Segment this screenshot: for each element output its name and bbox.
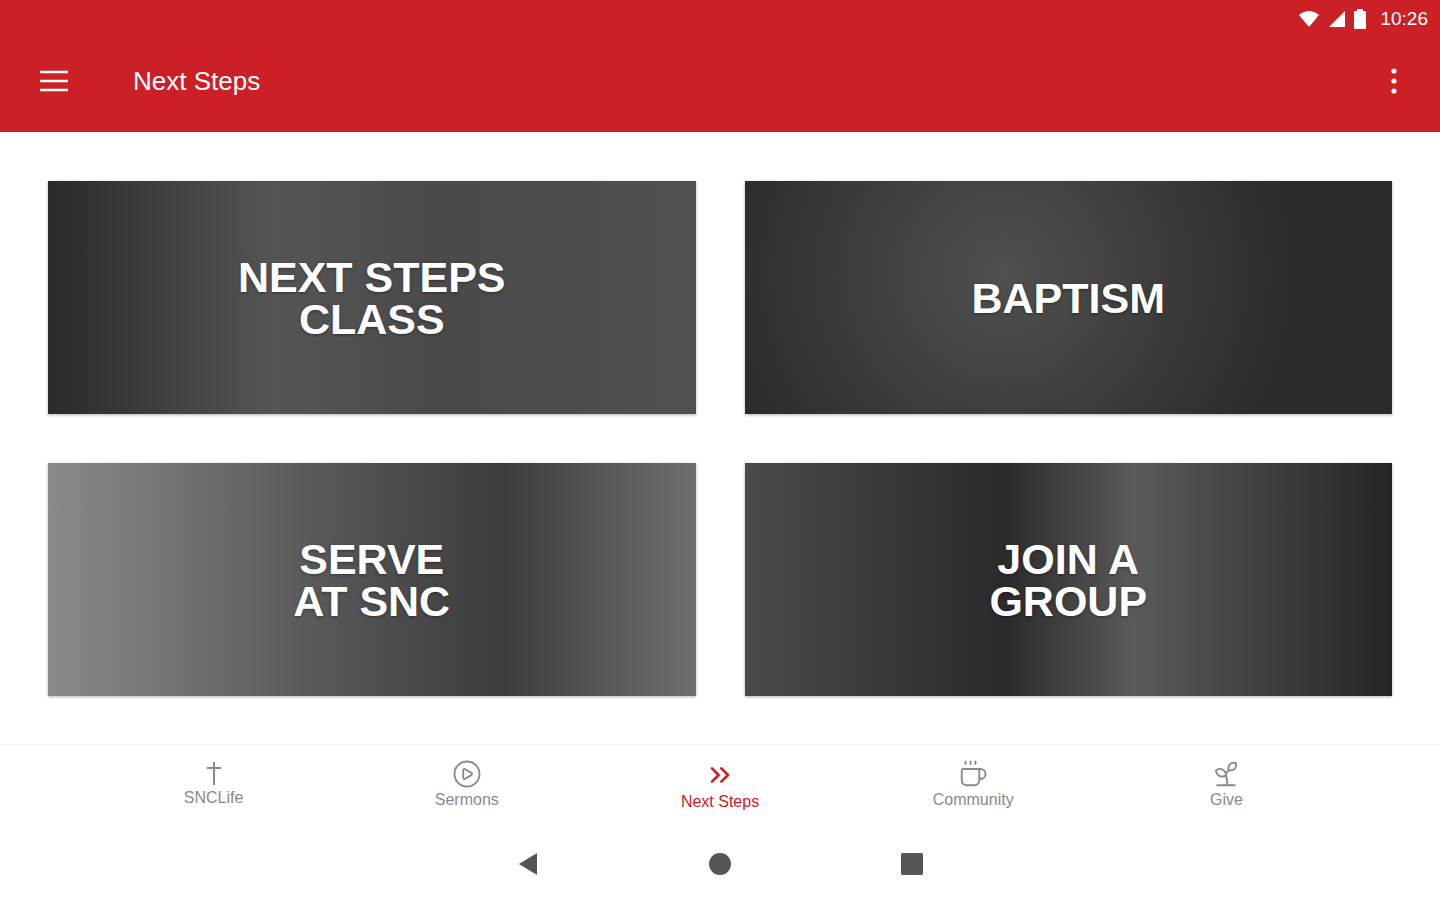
app-title: Next Steps [133,66,1376,97]
toolbar: Next Steps [0,38,1440,132]
screen: 10:26 Next Steps NEXT STEPSCLASS BAPTISM SER… [0,0,1440,900]
nav-item[interactable]: Next Steps [593,745,846,840]
nav-item[interactable]: Sermons [340,745,593,840]
step-card[interactable]: SERVEAT SNC [48,463,696,696]
card-title: NEXT STEPS [238,256,506,298]
back-button[interactable] [512,848,544,880]
step-card[interactable]: BAPTISM [745,181,1393,414]
signal-icon [1328,10,1346,28]
nav-label: Community [933,791,1014,809]
card-grid: NEXT STEPSCLASSBAPTISMSERVEAT SNCJOIN AG… [0,132,1440,744]
nav-label: Give [1210,791,1243,809]
step-card[interactable]: NEXT STEPSCLASS [48,181,696,414]
kebab-icon [1390,68,1398,94]
play-icon [452,759,482,789]
system-nav [0,840,1440,900]
wifi-icon [1298,10,1320,28]
home-button[interactable] [704,848,736,880]
coffee-icon [958,759,988,789]
card-title: AT SNC [293,580,450,622]
nav-item[interactable]: SNCLife [87,745,340,840]
chevrons-right-icon [704,759,736,791]
recents-button[interactable] [896,848,928,880]
back-icon [517,852,539,876]
sprout-icon [1211,759,1241,789]
menu-button[interactable] [36,63,72,99]
nav-item[interactable]: Community [847,745,1100,840]
recents-icon [901,853,923,875]
nav-label: SNCLife [184,789,244,807]
card-title: SERVE [299,538,444,580]
app-header: 10:26 Next Steps [0,0,1440,132]
bottom-nav: SNCLife Sermons Next Steps Community Give [0,744,1440,840]
home-icon [708,852,732,876]
nav-item[interactable]: Give [1100,745,1353,840]
overflow-menu-button[interactable] [1376,63,1412,99]
step-card[interactable]: JOIN AGROUP [745,463,1393,696]
nav-label: Next Steps [681,793,759,811]
battery-icon [1354,9,1366,29]
status-bar: 10:26 [0,0,1440,38]
status-time: 10:26 [1380,8,1428,30]
card-title: CLASS [299,298,445,340]
nav-label: Sermons [435,791,499,809]
card-title: GROUP [989,580,1147,622]
hamburger-icon [39,70,69,92]
card-title: BAPTISM [972,277,1166,319]
card-title: JOIN A [997,538,1139,580]
cross-icon [200,759,228,787]
